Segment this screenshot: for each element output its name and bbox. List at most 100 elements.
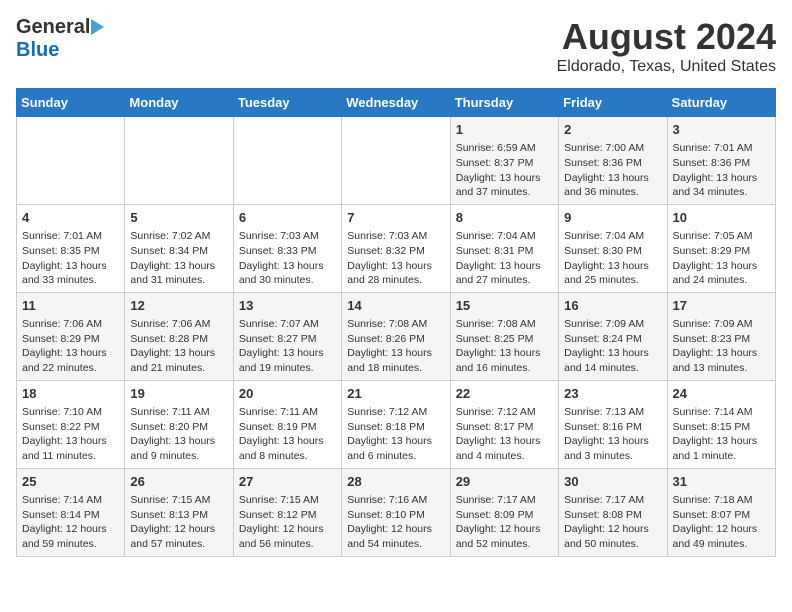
calendar-cell: 21 Sunrise: 7:12 AM Sunset: 8:18 PM Dayli… — [342, 380, 450, 468]
day-number: 17 — [673, 297, 770, 315]
calendar-cell: 17 Sunrise: 7:09 AM Sunset: 8:23 PM Dayli… — [667, 292, 775, 380]
day-number: 11 — [22, 297, 119, 315]
calendar-cell: 4 Sunrise: 7:01 AM Sunset: 8:35 PM Daylig… — [17, 204, 125, 292]
cell-info: Sunrise: 7:02 AM Sunset: 8:34 PM Dayligh… — [130, 229, 227, 288]
logo-arrow-icon — [91, 19, 104, 35]
logo: General Blue — [16, 16, 104, 62]
cell-info: Sunrise: 7:13 AM Sunset: 8:16 PM Dayligh… — [564, 405, 661, 464]
day-number: 20 — [239, 385, 336, 403]
calendar-week-row: 4 Sunrise: 7:01 AM Sunset: 8:35 PM Daylig… — [17, 204, 776, 292]
day-number: 19 — [130, 385, 227, 403]
cell-info: Sunrise: 7:16 AM Sunset: 8:10 PM Dayligh… — [347, 493, 444, 552]
page-title: August 2024 — [557, 16, 776, 58]
calendar-cell: 19 Sunrise: 7:11 AM Sunset: 8:20 PM Dayli… — [125, 380, 233, 468]
calendar-cell: 22Sunrise: 7:12 AM Sunset: 8:17 PM Dayli… — [450, 380, 558, 468]
logo-blue-text: Blue — [16, 39, 59, 61]
day-number: 6 — [239, 209, 336, 227]
day-of-week-header: Saturday — [667, 89, 775, 117]
day-number: 3 — [673, 121, 770, 139]
calendar-cell: 31 Sunrise: 7:18 AM Sunset: 8:07 PM Dayli… — [667, 468, 775, 556]
calendar-cell: 6Sunrise: 7:03 AM Sunset: 8:33 PM Daylig… — [233, 204, 341, 292]
calendar-cell: 8 Sunrise: 7:04 AM Sunset: 8:31 PM Daylig… — [450, 204, 558, 292]
day-of-week-header: Wednesday — [342, 89, 450, 117]
calendar-cell: 14Sunrise: 7:08 AM Sunset: 8:26 PM Dayli… — [342, 292, 450, 380]
day-number: 21 — [347, 385, 444, 403]
day-of-week-header: Friday — [559, 89, 667, 117]
calendar-cell: 11 Sunrise: 7:06 AM Sunset: 8:29 PM Dayli… — [17, 292, 125, 380]
cell-info: Sunrise: 7:10 AM Sunset: 8:22 PM Dayligh… — [22, 405, 119, 464]
day-number: 24 — [673, 385, 770, 403]
calendar-cell: 25Sunrise: 7:14 AM Sunset: 8:14 PM Dayli… — [17, 468, 125, 556]
cell-info: Sunrise: 7:01 AM Sunset: 8:35 PM Dayligh… — [22, 229, 119, 288]
day-of-week-header: Thursday — [450, 89, 558, 117]
day-number: 1 — [456, 121, 553, 139]
day-number: 10 — [673, 209, 770, 227]
day-number: 27 — [239, 473, 336, 491]
cell-info: Sunrise: 7:05 AM Sunset: 8:29 PM Dayligh… — [673, 229, 770, 288]
title-area: August 2024 Eldorado, Texas, United Stat… — [557, 16, 776, 76]
day-of-week-header: Tuesday — [233, 89, 341, 117]
cell-info: Sunrise: 7:11 AM Sunset: 8:20 PM Dayligh… — [130, 405, 227, 464]
cell-info: Sunrise: 7:08 AM Sunset: 8:26 PM Dayligh… — [347, 317, 444, 376]
calendar-cell — [125, 117, 233, 205]
day-number: 8 — [456, 209, 553, 227]
cell-info: Sunrise: 7:09 AM Sunset: 8:23 PM Dayligh… — [673, 317, 770, 376]
cell-info: Sunrise: 7:00 AM Sunset: 8:36 PM Dayligh… — [564, 141, 661, 200]
day-of-week-header: Sunday — [17, 89, 125, 117]
cell-info: Sunrise: 7:18 AM Sunset: 8:07 PM Dayligh… — [673, 493, 770, 552]
calendar-cell: 2 Sunrise: 7:00 AM Sunset: 8:36 PM Daylig… — [559, 117, 667, 205]
calendar-cell: 13 Sunrise: 7:07 AM Sunset: 8:27 PM Dayli… — [233, 292, 341, 380]
cell-info: Sunrise: 7:17 AM Sunset: 8:09 PM Dayligh… — [456, 493, 553, 552]
day-number: 22 — [456, 385, 553, 403]
cell-info: Sunrise: 7:04 AM Sunset: 8:30 PM Dayligh… — [564, 229, 661, 288]
calendar-week-row: 1 Sunrise: 6:59 AM Sunset: 8:37 PM Daylig… — [17, 117, 776, 205]
calendar-cell: 26 Sunrise: 7:15 AM Sunset: 8:13 PM Dayli… — [125, 468, 233, 556]
calendar-week-row: 18 Sunrise: 7:10 AM Sunset: 8:22 PM Dayli… — [17, 380, 776, 468]
calendar-cell — [233, 117, 341, 205]
cell-info: Sunrise: 7:07 AM Sunset: 8:27 PM Dayligh… — [239, 317, 336, 376]
cell-info: Sunrise: 7:12 AM Sunset: 8:18 PM Dayligh… — [347, 405, 444, 464]
calendar-header-row: SundayMondayTuesdayWednesdayThursdayFrid… — [17, 89, 776, 117]
cell-info: Sunrise: 7:08 AM Sunset: 8:25 PM Dayligh… — [456, 317, 553, 376]
calendar-cell: 16 Sunrise: 7:09 AM Sunset: 8:24 PM Dayli… — [559, 292, 667, 380]
cell-info: Sunrise: 7:06 AM Sunset: 8:29 PM Dayligh… — [22, 317, 119, 376]
day-number: 7 — [347, 209, 444, 227]
calendar-cell: 9Sunrise: 7:04 AM Sunset: 8:30 PM Daylig… — [559, 204, 667, 292]
page-subtitle: Eldorado, Texas, United States — [557, 58, 776, 76]
calendar-table: SundayMondayTuesdayWednesdayThursdayFrid… — [16, 88, 776, 557]
day-number: 29 — [456, 473, 553, 491]
day-number: 18 — [22, 385, 119, 403]
day-number: 13 — [239, 297, 336, 315]
cell-info: Sunrise: 6:59 AM Sunset: 8:37 PM Dayligh… — [456, 141, 553, 200]
day-number: 16 — [564, 297, 661, 315]
calendar-cell: 15Sunrise: 7:08 AM Sunset: 8:25 PM Dayli… — [450, 292, 558, 380]
day-number: 4 — [22, 209, 119, 227]
cell-info: Sunrise: 7:11 AM Sunset: 8:19 PM Dayligh… — [239, 405, 336, 464]
calendar-cell: 7 Sunrise: 7:03 AM Sunset: 8:32 PM Daylig… — [342, 204, 450, 292]
day-number: 31 — [673, 473, 770, 491]
calendar-cell: 24 Sunrise: 7:14 AM Sunset: 8:15 PM Dayli… — [667, 380, 775, 468]
cell-info: Sunrise: 7:04 AM Sunset: 8:31 PM Dayligh… — [456, 229, 553, 288]
day-number: 23 — [564, 385, 661, 403]
day-number: 2 — [564, 121, 661, 139]
cell-info: Sunrise: 7:15 AM Sunset: 8:12 PM Dayligh… — [239, 493, 336, 552]
cell-info: Sunrise: 7:01 AM Sunset: 8:36 PM Dayligh… — [673, 141, 770, 200]
cell-info: Sunrise: 7:14 AM Sunset: 8:15 PM Dayligh… — [673, 405, 770, 464]
calendar-week-row: 11 Sunrise: 7:06 AM Sunset: 8:29 PM Dayli… — [17, 292, 776, 380]
day-number: 26 — [130, 473, 227, 491]
day-number: 25 — [22, 473, 119, 491]
cell-info: Sunrise: 7:17 AM Sunset: 8:08 PM Dayligh… — [564, 493, 661, 552]
calendar-cell: 5Sunrise: 7:02 AM Sunset: 8:34 PM Daylig… — [125, 204, 233, 292]
calendar-cell: 23 Sunrise: 7:13 AM Sunset: 8:16 PM Dayli… — [559, 380, 667, 468]
cell-info: Sunrise: 7:09 AM Sunset: 8:24 PM Dayligh… — [564, 317, 661, 376]
cell-info: Sunrise: 7:03 AM Sunset: 8:32 PM Dayligh… — [347, 229, 444, 288]
cell-info: Sunrise: 7:15 AM Sunset: 8:13 PM Dayligh… — [130, 493, 227, 552]
calendar-week-row: 25Sunrise: 7:14 AM Sunset: 8:14 PM Dayli… — [17, 468, 776, 556]
calendar-cell: 27 Sunrise: 7:15 AM Sunset: 8:12 PM Dayli… — [233, 468, 341, 556]
calendar-cell: 20 Sunrise: 7:11 AM Sunset: 8:19 PM Dayli… — [233, 380, 341, 468]
cell-info: Sunrise: 7:06 AM Sunset: 8:28 PM Dayligh… — [130, 317, 227, 376]
calendar-cell: 12Sunrise: 7:06 AM Sunset: 8:28 PM Dayli… — [125, 292, 233, 380]
day-number: 30 — [564, 473, 661, 491]
calendar-cell: 3 Sunrise: 7:01 AM Sunset: 8:36 PM Daylig… — [667, 117, 775, 205]
logo-general-text: General — [16, 16, 90, 39]
